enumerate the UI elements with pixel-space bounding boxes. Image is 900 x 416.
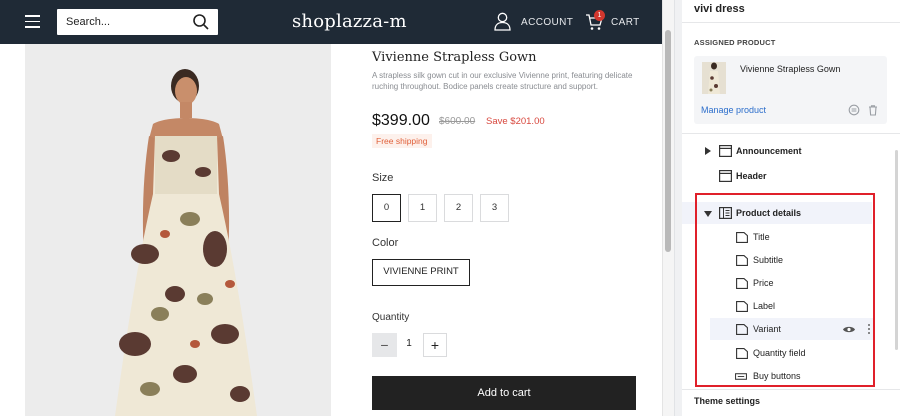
delete-icon[interactable]	[867, 104, 879, 116]
account-icon[interactable]	[494, 12, 511, 31]
block-label: Label	[753, 301, 776, 311]
color-label: Color	[372, 237, 399, 249]
divider	[682, 133, 900, 134]
block-quantity-field[interactable]: Quantity field	[682, 342, 872, 364]
assigned-product-card: Vivienne Strapless Gown Manage product	[694, 56, 887, 124]
editor-panel: vivi dress ASSIGNED PRODUCT Vivienne Str…	[682, 0, 900, 416]
quantity-decrease-button[interactable]: −	[372, 333, 397, 357]
block-label-item[interactable]: Label	[682, 295, 872, 317]
assigned-product-heading: ASSIGNED PRODUCT	[694, 38, 776, 47]
compare-price: $600.00	[439, 116, 476, 127]
menu-icon[interactable]	[25, 15, 40, 28]
search-icon[interactable]	[192, 13, 210, 31]
preview-scrollbar-thumb[interactable]	[665, 30, 671, 252]
section-header[interactable]: Header	[682, 165, 872, 187]
size-option-1[interactable]: 1	[408, 194, 437, 222]
section-announcement[interactable]: Announcement	[682, 140, 872, 162]
size-option-3[interactable]: 3	[480, 194, 509, 222]
section-label: Header	[736, 171, 767, 181]
block-subtitle[interactable]: Subtitle	[682, 249, 872, 271]
block-icon	[736, 301, 748, 312]
block-variant[interactable]: Variant	[710, 318, 875, 340]
store-logo[interactable]: shoplazza-m	[292, 11, 407, 32]
block-icon	[736, 232, 748, 243]
size-option-0[interactable]: 0	[372, 194, 401, 222]
section-label: Product details	[736, 208, 802, 218]
block-label: Title	[753, 232, 770, 242]
collapse-caret-icon[interactable]	[704, 211, 712, 217]
size-option-2[interactable]: 2	[444, 194, 473, 222]
block-price[interactable]: Price	[682, 272, 872, 294]
product-image[interactable]	[25, 44, 331, 416]
section-icon	[719, 145, 732, 157]
quantity-value[interactable]: 1	[399, 338, 419, 349]
product-price: $399.00	[372, 112, 430, 129]
block-label: Variant	[753, 324, 781, 334]
divider	[682, 22, 900, 23]
theme-settings-link[interactable]: Theme settings	[694, 396, 760, 406]
editor-root: Search... shoplazza-m ACCOUNT 1 CART Viv…	[0, 0, 900, 416]
search-input[interactable]: Search...	[57, 9, 218, 35]
block-title[interactable]: Title	[682, 226, 872, 248]
button-block-icon	[735, 373, 747, 380]
free-shipping-badge: Free shipping	[372, 134, 432, 148]
block-icon	[736, 324, 748, 335]
storefront-preview: Search... shoplazza-m ACCOUNT 1 CART Viv…	[0, 0, 675, 416]
block-label: Quantity field	[753, 348, 806, 358]
block-label: Subtitle	[753, 255, 784, 265]
store-header: Search... shoplazza-m ACCOUNT 1 CART	[0, 0, 663, 44]
quantity-increase-button[interactable]: +	[423, 333, 447, 357]
panel-scrollbar-thumb[interactable]	[895, 150, 898, 350]
model-photo	[25, 44, 331, 416]
block-icon	[736, 278, 748, 289]
cart-count-badge: 1	[594, 10, 605, 21]
block-label: Price	[753, 278, 774, 288]
search-placeholder: Search...	[66, 16, 111, 28]
size-label: Size	[372, 172, 394, 184]
quantity-label: Quantity	[372, 312, 410, 323]
product-details-icon	[719, 207, 732, 219]
block-label: Buy buttons	[753, 371, 801, 381]
eye-icon[interactable]	[842, 325, 856, 334]
product-description: A strapless silk gown cut in our exclusi…	[372, 71, 633, 91]
page-title: vivi dress	[694, 3, 745, 15]
add-to-cart-button[interactable]: Add to cart	[372, 376, 636, 410]
assigned-product-name: Vivienne Strapless Gown	[740, 64, 841, 74]
expand-caret-icon[interactable]	[705, 147, 711, 155]
divider	[682, 389, 900, 390]
cart-link[interactable]: CART	[611, 17, 640, 28]
save-amount: Save $201.00	[486, 116, 545, 127]
block-icon	[736, 348, 748, 359]
account-link[interactable]: ACCOUNT	[521, 17, 573, 28]
section-icon	[719, 170, 732, 182]
section-label: Announcement	[736, 146, 802, 156]
assigned-product-thumbnail	[702, 62, 726, 94]
product-title: Vivienne Strapless Gown	[372, 50, 537, 65]
color-option[interactable]: VIVIENNE PRINT	[372, 259, 470, 286]
drag-handle-icon[interactable]	[868, 324, 871, 335]
manage-product-link[interactable]: Manage product	[701, 105, 766, 115]
block-icon	[736, 255, 748, 266]
block-buy-buttons[interactable]: Buy buttons	[682, 365, 872, 387]
swap-product-icon[interactable]	[848, 104, 860, 116]
section-product-details[interactable]: Product details	[682, 202, 872, 224]
